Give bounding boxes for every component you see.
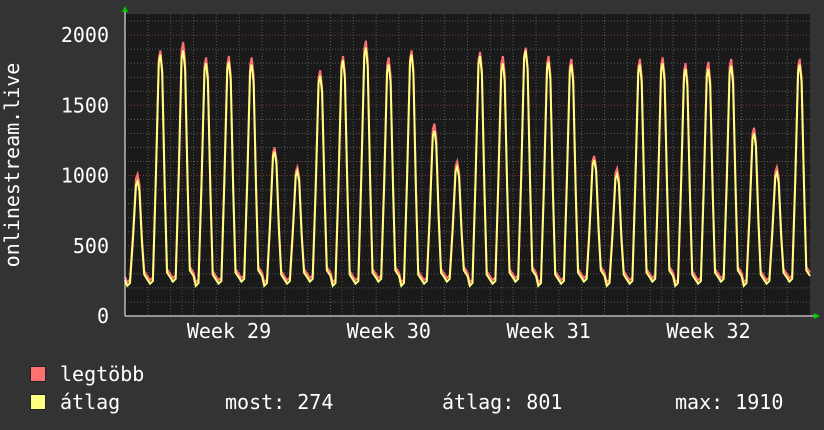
legend-avg: átlag xyxy=(30,390,120,414)
y-axis-arrow xyxy=(122,6,128,12)
x-tick-label: Week 32 xyxy=(666,319,750,340)
y-tick-label: 0 xyxy=(97,304,109,328)
stat-now: most: 274 xyxy=(225,390,334,414)
legend-max: legtöbb xyxy=(30,362,144,386)
x-axis-arrow xyxy=(814,313,820,319)
y-tick-label: 500 xyxy=(73,234,109,258)
x-tick-label: Week 29 xyxy=(187,319,271,340)
legend-avg-label: átlag xyxy=(60,390,121,414)
max-swatch xyxy=(30,366,46,382)
x-tick-label: Week 31 xyxy=(507,319,591,340)
y-tick-label: 1500 xyxy=(61,93,109,117)
x-tick-label: Week 30 xyxy=(347,319,431,340)
chart: 0 500 1000 1500 2000 Week 29 Week 30 Week 31 Wee… xyxy=(0,6,820,340)
stat-max: max: 1910 xyxy=(675,390,784,414)
legend-max-label: legtöbb xyxy=(60,362,145,386)
y-tick-label: 2000 xyxy=(61,23,109,47)
avg-swatch xyxy=(30,394,46,410)
stat-avg: átlag: 801 xyxy=(442,390,563,414)
y-tick-label: 1000 xyxy=(61,164,109,188)
y-axis-label: onlinestream.live xyxy=(0,63,24,268)
